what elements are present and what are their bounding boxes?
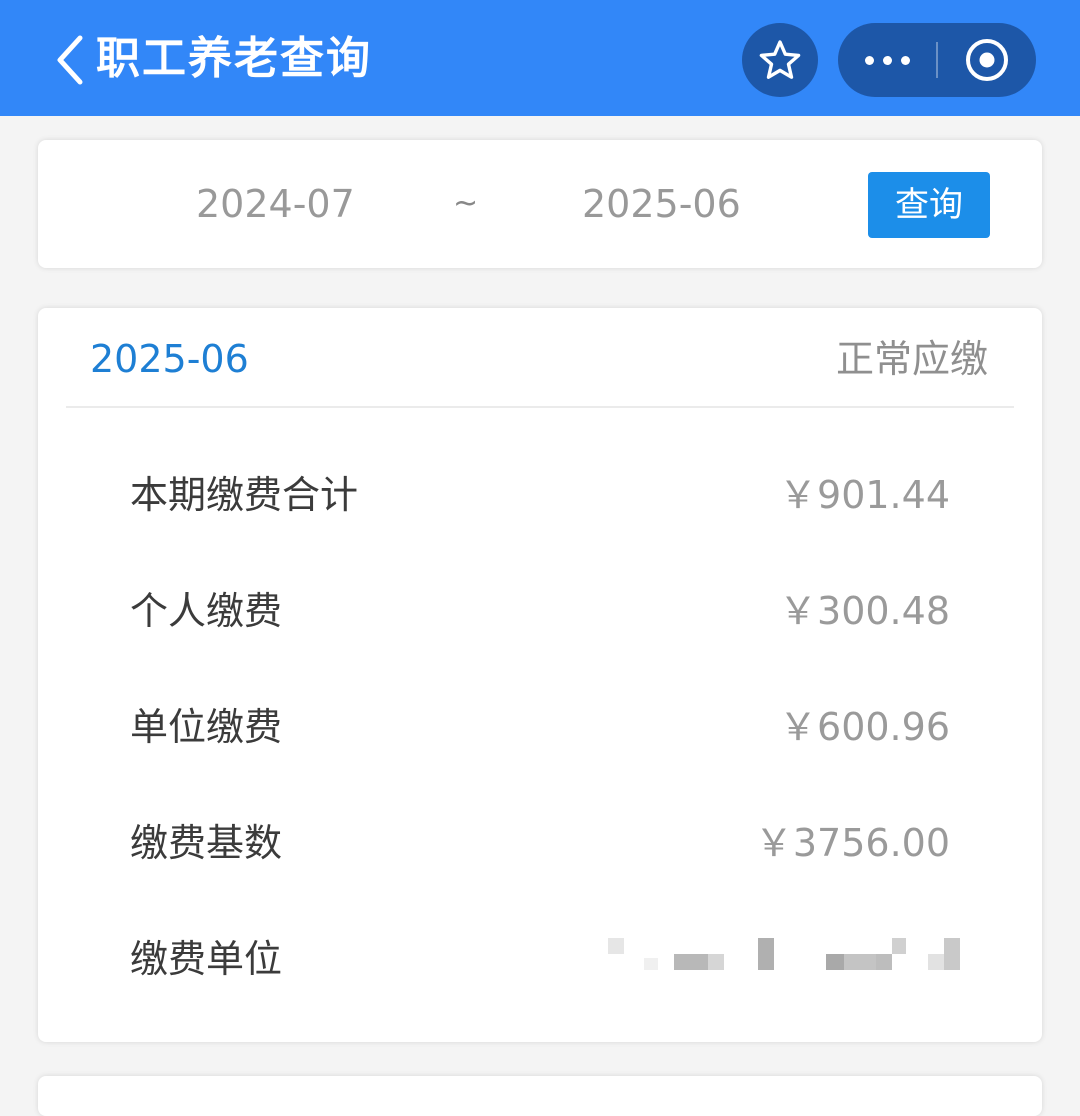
query-button[interactable]: 查询 [868,172,990,238]
back-button[interactable] [44,28,96,92]
detail-value: ￥3756.00 [754,821,950,865]
detail-row-base: 缴费基数 ￥3756.00 [130,818,950,868]
target-close-icon [966,39,1008,81]
favorite-button[interactable] [742,23,818,97]
more-dots-icon [865,55,874,65]
status-label: 正常应缴 [835,337,988,381]
page-title: 职工养老查询 [96,33,372,84]
end-date-picker[interactable]: 2025-06 [582,180,741,228]
range-separator: ~ [453,186,479,221]
detail-row-employer-name: 缴费单位 [130,934,960,984]
start-date-picker[interactable]: 2024-07 [196,180,355,228]
record-period: 2025-06 [90,337,249,381]
payment-record-card: 2025-06 正常应缴 本期缴费合计 ￥901.44 个人缴费 ￥300.48… [38,308,1042,1042]
detail-label: 本期缴费合计 [130,473,359,517]
date-range-card: 2024-07 ~ 2025-06 查询 [38,140,1042,268]
close-button[interactable] [938,23,1036,97]
divider [66,406,1014,408]
detail-value: ￥600.96 [779,705,950,749]
detail-label: 单位缴费 [130,705,283,749]
detail-value: ￥300.48 [779,589,950,633]
detail-label: 缴费单位 [130,937,283,981]
next-record-card [38,1076,1042,1116]
mini-program-capsule [838,23,1036,97]
star-icon [759,40,801,79]
detail-row-personal: 个人缴费 ￥300.48 [130,586,950,636]
detail-label: 个人缴费 [130,589,283,633]
chevron-left-icon [57,35,83,85]
more-button[interactable] [838,23,937,97]
top-bar: 职工养老查询 [0,0,1080,116]
detail-row-employer: 单位缴费 ￥600.96 [130,702,950,752]
detail-row-total: 本期缴费合计 ￥901.44 [130,470,950,520]
detail-value: ￥901.44 [779,473,950,517]
redacted-mosaic [590,938,960,978]
detail-label: 缴费基数 [130,821,283,865]
